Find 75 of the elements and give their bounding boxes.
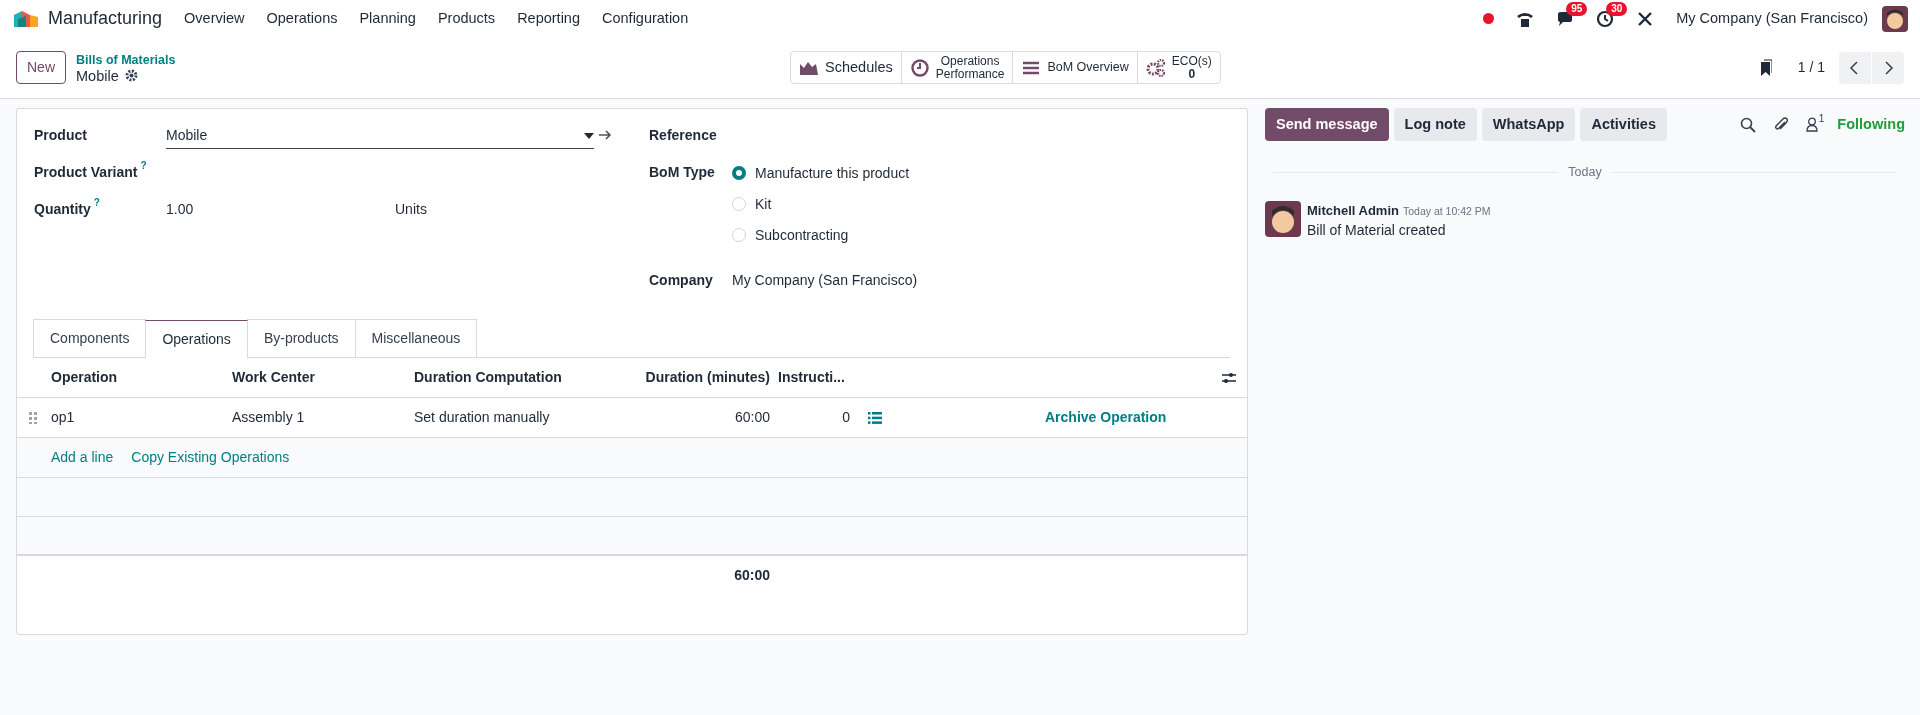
field-label: Product Variant	[34, 163, 138, 182]
message-body: Bill of Material created	[1307, 221, 1447, 241]
clock-icon	[909, 57, 930, 78]
company-field[interactable]: My Company (San Francisco)	[732, 270, 918, 291]
column-header[interactable]: Duration Computation	[414, 367, 594, 388]
breadcrumb-link[interactable]: Bills of Materials	[76, 51, 176, 68]
column-header[interactable]: Operation	[51, 367, 232, 388]
menu-item[interactable]: Planning	[359, 7, 416, 30]
tab[interactable]: Miscellaneous	[354, 319, 478, 358]
archive-operation-link[interactable]: Archive Operation	[1045, 407, 1167, 428]
user-avatar-icon	[1265, 200, 1301, 237]
app-name[interactable]: Manufacturing	[48, 5, 163, 32]
radio-button[interactable]	[732, 166, 746, 180]
user-avatar-icon[interactable]	[1882, 5, 1908, 32]
radio-option[interactable]: Subcontracting	[732, 224, 910, 246]
column-header[interactable]: Duration (minutes)	[594, 367, 770, 388]
notification-badge: 95	[1566, 1, 1588, 16]
total-duration: 60:00	[733, 565, 770, 585]
add-line-link[interactable]: Add a line	[51, 447, 114, 468]
chatter-button[interactable]: WhatsApp	[1481, 108, 1576, 141]
message-author: Mitchell Admin	[1307, 201, 1399, 220]
field-label: Quantity	[34, 200, 91, 219]
field-label: BoM Type	[649, 163, 716, 182]
column-header[interactable]: Work Center	[232, 367, 414, 388]
unit-field[interactable]: Units	[395, 199, 427, 220]
list-icon[interactable]	[868, 411, 882, 424]
previous-button[interactable]	[1839, 51, 1871, 84]
gears-icon	[1145, 57, 1166, 78]
date-separator: Today	[1568, 164, 1602, 181]
column-header[interactable]: Instructi...	[770, 367, 870, 388]
next-button[interactable]	[1872, 51, 1904, 84]
search-icon[interactable]	[1739, 116, 1756, 133]
arrow-right-icon[interactable]	[598, 129, 612, 141]
table-cell-text: 0	[841, 408, 850, 427]
smart-button[interactable]: Schedules	[791, 52, 901, 83]
dropdown-caret-icon	[584, 132, 594, 139]
record-name: Mobile	[76, 67, 119, 84]
notification-badge: 30	[1606, 1, 1628, 16]
menu-item[interactable]: Operations	[266, 7, 338, 30]
tab[interactable]: Operations	[145, 320, 248, 359]
table-cell-text: op1	[51, 408, 76, 427]
add-line-link[interactable]: Copy Existing Operations	[131, 447, 290, 468]
menu-item[interactable]: Configuration	[602, 7, 689, 30]
chatter-button[interactable]: Activities	[1580, 108, 1667, 141]
smart-button[interactable]: Operations Performance	[900, 52, 1013, 83]
table-cell-text: Assembly 1	[232, 408, 306, 427]
table-cell-text: Set duration manually	[414, 408, 551, 427]
radio-option[interactable]: Manufacture this product	[732, 162, 910, 184]
company-switcher[interactable]: My Company (San Francisco)	[1676, 7, 1868, 30]
product-field[interactable]: Mobile	[166, 125, 594, 149]
column-settings-icon[interactable]	[1221, 370, 1237, 385]
quantity-field[interactable]: 1.00	[166, 199, 395, 220]
menu-item[interactable]: Reporting	[517, 7, 580, 30]
follower-count: 1	[1818, 113, 1825, 125]
new-button[interactable]: New	[16, 51, 66, 84]
drag-handle-icon[interactable]	[29, 411, 37, 424]
paperclip-icon[interactable]	[1772, 116, 1789, 133]
field-label: Product	[34, 126, 87, 145]
person-icon[interactable]	[1805, 117, 1818, 132]
field-label: Reference	[649, 127, 717, 143]
table-cell-text: 60:00	[733, 408, 770, 427]
chatter-button[interactable]: Send message	[1265, 108, 1389, 141]
chatter-button[interactable]: Log note	[1393, 108, 1477, 141]
app-logo-icon	[12, 8, 40, 29]
field-label: Company	[649, 271, 714, 290]
smart-button[interactable]: BoM Overview	[1012, 52, 1137, 83]
radio-option[interactable]: Kit	[732, 193, 910, 215]
menu-item[interactable]: Products	[437, 7, 496, 30]
menu-item[interactable]: Overview	[184, 7, 245, 30]
smart-button[interactable]: ECO(s) 0	[1136, 52, 1220, 83]
help-tooltip[interactable]: ?	[140, 160, 147, 183]
pager-value: 1 / 1	[1797, 58, 1825, 77]
message-time: Today at 10:42 PM	[1402, 203, 1491, 219]
help-tooltip[interactable]: ?	[93, 197, 100, 220]
gear-icon[interactable]	[124, 69, 138, 82]
